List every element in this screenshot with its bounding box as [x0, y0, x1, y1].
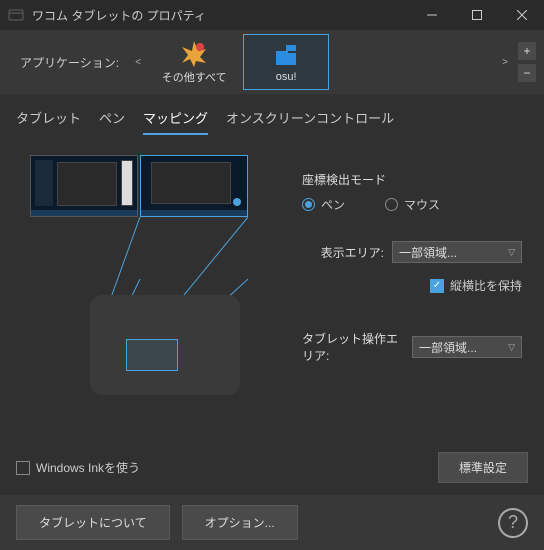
app-add-button[interactable]: +: [518, 42, 536, 60]
tabs: タブレット ペン マッピング オンスクリーンコントロール: [0, 94, 544, 135]
tab-onscreen[interactable]: オンスクリーンコントロール: [226, 104, 394, 135]
osu-icon: [272, 41, 300, 69]
mode-mouse-label: マウス: [404, 196, 440, 213]
tablet-preview[interactable]: [90, 295, 240, 395]
windows-ink-checkbox[interactable]: Windows Inkを使う: [16, 459, 140, 476]
titlebar: ワコム タブレットの プロパティ: [0, 0, 544, 30]
close-button[interactable]: [499, 0, 544, 30]
chevron-down-icon: ▽: [508, 342, 515, 353]
monitor-2-preview[interactable]: [140, 155, 248, 217]
mode-pen-radio[interactable]: ペン: [302, 196, 345, 213]
windows-ink-label: Windows Inkを使う: [36, 459, 140, 476]
display-area-label: 表示エリア:: [321, 244, 384, 261]
app-prev-button[interactable]: <: [129, 37, 147, 87]
aspect-checkbox[interactable]: ✓: [430, 279, 444, 293]
tab-tablet[interactable]: タブレット: [16, 104, 81, 135]
window-title: ワコム タブレットの プロパティ: [32, 7, 409, 24]
tab-pen[interactable]: ペン: [99, 104, 125, 135]
mode-mouse-radio[interactable]: マウス: [385, 196, 440, 213]
app-item-label: osu!: [276, 71, 297, 83]
display-area-value: 一部領域...: [399, 244, 457, 261]
app-item-label: その他すべて: [162, 69, 227, 85]
app-icon: [8, 7, 24, 23]
minimize-button[interactable]: [409, 0, 454, 30]
maximize-button[interactable]: [454, 0, 499, 30]
tablet-area-value: 一部領域...: [419, 339, 477, 356]
app-item-all[interactable]: その他すべて: [151, 34, 237, 90]
default-button[interactable]: 標準設定: [438, 452, 528, 483]
app-remove-button[interactable]: −: [518, 64, 536, 82]
mode-label: 座標検出モード: [302, 171, 522, 188]
tablet-active-area[interactable]: [126, 339, 178, 371]
content-area: 座標検出モード ペン マウス 表示エリア: 一部領域... ▽ ✓ 縦横比を保持…: [0, 135, 544, 495]
aspect-label: 縦横比を保持: [450, 277, 522, 294]
application-row: アプリケーション: < その他すべて osu! > + −: [0, 30, 544, 94]
app-next-button[interactable]: >: [496, 37, 514, 87]
chevron-down-icon: ▽: [508, 247, 515, 258]
mode-pen-label: ペン: [321, 196, 345, 213]
monitor-1-preview[interactable]: [30, 155, 138, 217]
app-item-osu[interactable]: osu!: [243, 34, 329, 90]
application-label: アプリケーション:: [8, 54, 119, 71]
display-area-select[interactable]: 一部領域... ▽: [392, 241, 522, 263]
tablet-area-select[interactable]: 一部領域... ▽: [412, 336, 522, 358]
mapping-preview: [30, 155, 270, 217]
tab-mapping[interactable]: マッピング: [143, 104, 208, 135]
tablet-area-label: タブレット操作エリア:: [302, 330, 404, 364]
all-apps-icon: [180, 39, 208, 67]
